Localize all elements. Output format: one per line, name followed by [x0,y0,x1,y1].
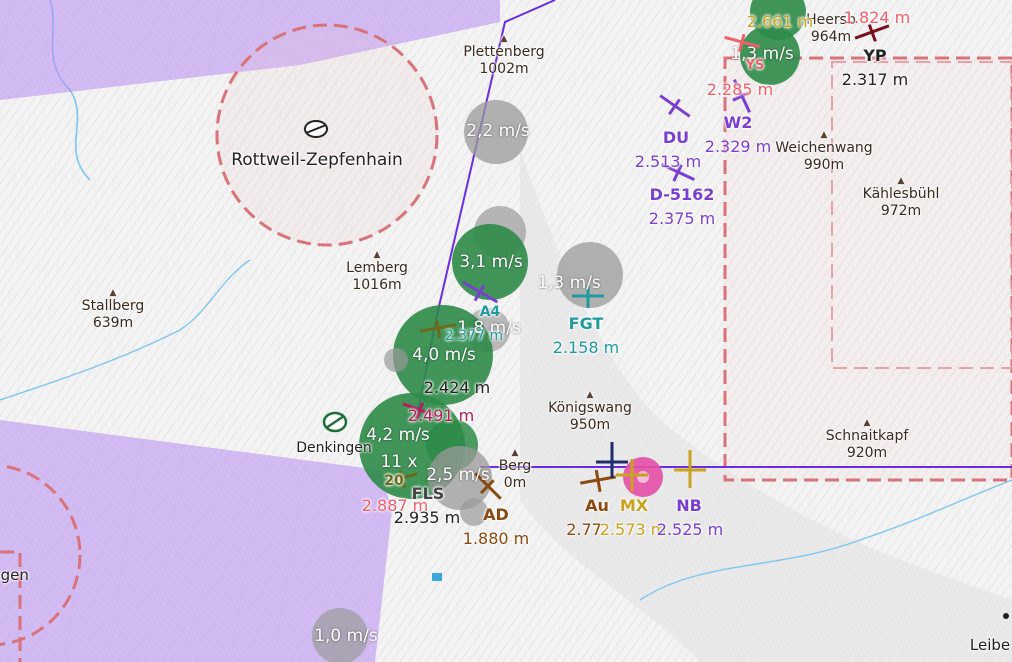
glider-altitude-label: 1.880 m [462,529,530,548]
glider-altitude-label: 2.77 [566,520,602,539]
thermal-label[interactable]: 4,2 m/s [366,425,430,445]
glider-altitude-label: 2.158 m [552,338,620,357]
altitude-label: 2.491 m [407,406,475,425]
altitude-label: 2.424 m [423,378,491,397]
restricted-area-east [723,56,1012,482]
peak-icon: ▲ [109,288,117,298]
glider-id-label[interactable]: NB [676,496,702,515]
airfield-label[interactable]: Leibe [970,636,1010,654]
thermal-label[interactable]: 1,3 m/s [537,273,601,293]
glider-altitude-label: 2.317 m [841,70,909,89]
thermal-label[interactable]: 2,5 m/s [426,465,490,485]
glider-id-label[interactable]: YS [746,58,765,73]
glider-id-label[interactable]: Au [585,496,609,515]
glider-altitude-label: 2.525 m [656,520,724,539]
peak-label: ▲ Berg 0m [498,448,532,491]
lake [432,573,442,581]
glider-airfield-icon[interactable] [322,411,348,433]
peak-label: ▲ Königswang 950m [548,390,632,433]
control-zone-rottweil [215,23,439,247]
glider-id-label[interactable]: D-5162 [650,185,715,204]
airfield-label[interactable]: Rottweil-Zepfenhain [231,150,403,170]
peak-label: ▲ Stallberg 639m [81,288,145,331]
peak-label: ▲ Lemberg 1016m [346,250,408,293]
glider-altitude-label: 2.329 m [704,137,772,156]
peak-icon: ▲ [511,448,519,458]
altitude-label: 2.661 m [746,12,814,31]
thermal-label[interactable]: 11 x [380,452,417,472]
peak-icon: ▲ [863,418,871,428]
thermal-circle[interactable] [384,348,408,372]
glider-id-label[interactable]: YP [863,46,886,65]
glider-id-label[interactable]: 20 [384,473,403,489]
glider-id-label[interactable]: W2 [724,113,753,132]
glider-id-label[interactable]: MX [620,496,648,515]
peak-icon: ▲ [373,250,381,260]
peak-label: ▲ Kählesbühl 972m [862,176,940,219]
peak-icon: ▲ [897,176,905,186]
peak-icon: ▲ [820,130,828,140]
peak-label: ▲ Weichenwang 990m [775,130,873,173]
peak-icon: ▲ [586,390,594,400]
peak-label: ▲ Plettenberg 1002m [463,34,545,77]
glider-id-label[interactable]: DU [663,128,689,147]
altitude-label: 2.887 m [361,496,429,515]
glider-altitude-label: 2.377 m [444,328,504,344]
task-turnpoint-center [637,471,649,483]
glider-altitude-label: 2.513 m [634,152,702,171]
airfield-icon[interactable] [304,120,328,138]
airfield-label[interactable]: Denkingen [296,440,372,456]
glider-id-label[interactable]: AD [483,505,509,524]
altitude-label: 1.824 m [843,8,911,27]
glider-altitude-label: 2.375 m [648,209,716,228]
peak-label: ▲ Schnaitkapf 920m [825,418,909,461]
thermal-label[interactable]: 3,1 m/s [459,252,523,272]
location-dot [1003,613,1009,619]
airfield-label[interactable]: ngen [0,566,29,584]
glider-id-label[interactable]: A4 [480,304,501,320]
thermal-label[interactable]: 2,2 m/s [466,121,530,141]
thermal-label[interactable]: 1,0 m/s [314,626,378,646]
glider-id-label[interactable]: FGT [569,314,604,333]
peak-icon: ▲ [500,34,508,44]
glider-altitude-label: 2.285 m [706,80,774,99]
thermal-label[interactable]: 4,0 m/s [412,345,476,365]
